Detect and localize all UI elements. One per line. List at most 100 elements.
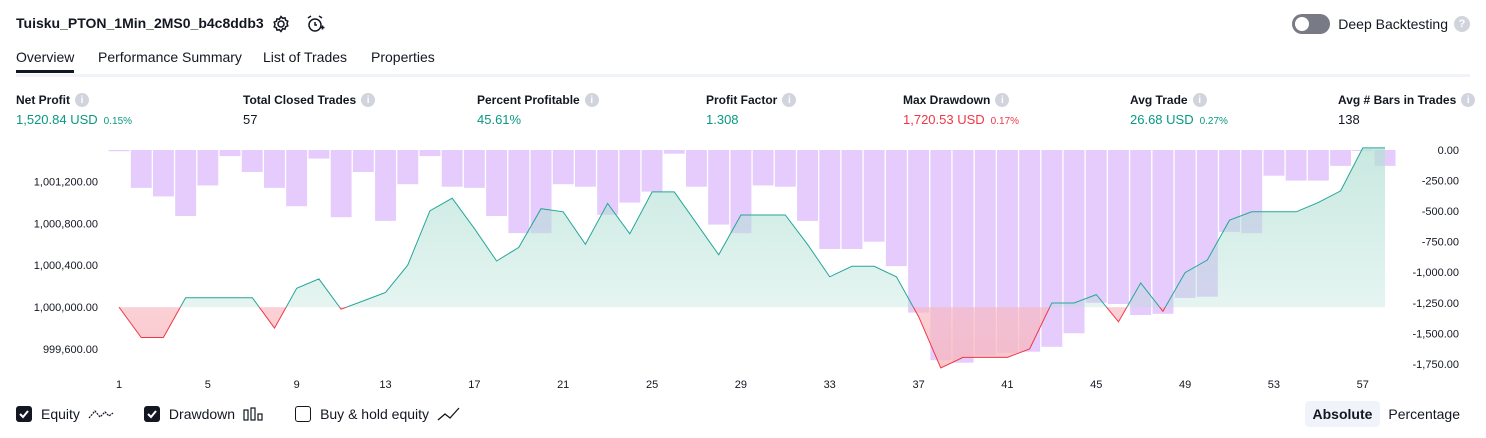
drawdown-bar (1152, 150, 1174, 314)
drawdown-bar (1085, 150, 1107, 303)
x-axis-tick-label: 53 (1268, 379, 1280, 391)
right-axis-tick-label: -500.00 (1422, 206, 1459, 218)
help-icon[interactable]: i (584, 93, 599, 107)
right-axis-tick-label: -750.00 (1422, 237, 1459, 249)
metric-label: Total Closed Trades (243, 93, 357, 107)
metric-percent: 0.27% (1199, 116, 1228, 127)
help-icon[interactable]: i (75, 93, 89, 107)
metric-value: 1.308 (706, 112, 739, 127)
drawdown-bar (708, 150, 730, 225)
metric-label: Percent Profitable (477, 93, 580, 107)
tab-overview[interactable]: Overview (16, 49, 75, 73)
drawdown-bar (352, 150, 374, 172)
equity-drawdown-chart[interactable]: 999,600.00 1,000,000.00 1,000,400.00 1,000,… (0, 140, 1486, 395)
legend-buy-hold-label: Buy & hold equity (320, 406, 430, 422)
left-axis-tick-label: 1,001,200.00 (34, 176, 98, 188)
metric-value: 26.68 USD (1130, 112, 1194, 127)
chart-legend: Equity Drawdown Buy & hold equity (16, 403, 491, 425)
legend-equity[interactable]: Equity (16, 406, 114, 422)
drawdown-bar (397, 150, 419, 185)
add-alert-icon[interactable] (305, 14, 325, 34)
x-axis-tick-label: 41 (1001, 379, 1013, 391)
drawdown-bar (863, 150, 885, 242)
x-axis-tick-label: 9 (294, 379, 300, 391)
tab-properties[interactable]: Properties (371, 49, 435, 65)
help-icon[interactable]: i (1461, 93, 1476, 107)
metric-value: 45.61% (477, 112, 522, 127)
metric-total-closed-trades: Total Closed Trades i 57 (243, 93, 376, 127)
x-axis-tick-label: 57 (1357, 379, 1369, 391)
checkbox-checked-icon[interactable] (16, 406, 32, 422)
legend-drawdown[interactable]: Drawdown (143, 406, 265, 422)
drawdown-bar (486, 150, 507, 216)
x-axis-tick-label: 5 (205, 379, 211, 391)
checkbox-unchecked-icon[interactable] (295, 406, 312, 422)
drawdown-bar (130, 150, 152, 188)
metric-percent: 0.17% (990, 116, 1020, 127)
metric-label: Profit Factor (706, 93, 778, 107)
percentage-button[interactable]: Percentage (1380, 401, 1468, 427)
drawdown-bar (108, 150, 130, 152)
drawdown-bar (1307, 150, 1329, 181)
x-axis-tick-label: 13 (379, 379, 391, 391)
drawdown-bar (153, 150, 174, 197)
drawdown-bar (908, 150, 929, 313)
help-icon[interactable]: i (361, 93, 376, 107)
metric-avg-bars-in-trades: Avg # Bars in Trades i 138 (1338, 93, 1476, 127)
right-axis-tick-label: -1,750.00 (1413, 359, 1459, 371)
report-header: Tuisku_PTON_1Min_2MS0_b4c8ddb3 Deep Back… (16, 10, 1470, 38)
metric-label: Max Drawdown (903, 93, 991, 107)
drawdown-bar (774, 150, 796, 187)
x-axis-tick-label: 29 (735, 379, 747, 391)
x-axis-tick-label: 33 (824, 379, 836, 391)
x-axis-tick-label: 37 (912, 379, 924, 391)
drawdown-bar (197, 150, 219, 186)
drawdown-bar (552, 150, 574, 185)
settings-icon[interactable] (271, 14, 291, 34)
drawdown-bar (219, 150, 241, 157)
tab-list-of-trades[interactable]: List of Trades (263, 49, 347, 65)
legend-equity-label: Equity (41, 406, 80, 422)
drawdown-bar (441, 150, 463, 187)
metric-label: Net Profit (16, 93, 70, 107)
metric-label: Avg # Bars in Trades (1338, 93, 1457, 107)
report-tabs: Overview Performance Summary List of Tra… (16, 46, 1470, 77)
scale-toggle: Absolute Percentage (1304, 401, 1469, 427)
metric-max-drawdown: Max Drawdown i 1,720.53 USD 0.17% (903, 93, 1019, 127)
drawdown-bars-icon (243, 407, 263, 421)
drawdown-bar (330, 150, 352, 218)
drawdown-bar (308, 150, 330, 159)
right-axis-tick-label: 0.00 (1438, 145, 1459, 157)
deep-backtesting-toggle[interactable] (1292, 14, 1331, 34)
drawdown-bar (508, 150, 530, 234)
strategy-title: Tuisku_PTON_1Min_2MS0_b4c8ddb3 (16, 15, 264, 31)
deep-backtesting-control: Deep Backtesting ? (1292, 13, 1470, 35)
buy-hold-line-icon (437, 407, 460, 421)
drawdown-bar (686, 150, 707, 187)
left-axis-tick-label: 1,000,000.00 (34, 302, 98, 314)
help-icon[interactable]: i (782, 93, 797, 107)
drawdown-bar (885, 150, 907, 267)
tab-performance-summary[interactable]: Performance Summary (98, 49, 242, 65)
left-axis-tick-label: 999,600.00 (43, 344, 98, 356)
absolute-button[interactable]: Absolute (1304, 401, 1381, 427)
drawdown-bar (241, 150, 263, 172)
drawdown-bar (841, 150, 863, 249)
metric-profit-factor: Profit Factor i 1.308 (706, 93, 797, 127)
help-icon[interactable]: i (995, 93, 1010, 107)
metrics-row: Net Profit i 1,520.84 USD 0.15% Total Clos… (0, 93, 1486, 133)
drawdown-bar (175, 150, 197, 216)
drawdown-bar (463, 150, 485, 188)
legend-buy-hold-equity[interactable]: Buy & hold equity (295, 406, 461, 422)
right-axis-tick-label: -250.00 (1422, 176, 1459, 188)
metric-value: 138 (1338, 112, 1360, 127)
drawdown-bar (797, 150, 818, 221)
drawdown-bar (575, 150, 596, 187)
drawdown-bar (1285, 150, 1307, 181)
help-icon[interactable]: ? (1454, 16, 1470, 32)
drawdown-bar (663, 150, 685, 154)
checkbox-checked-icon[interactable] (143, 406, 160, 422)
x-axis-tick-label: 21 (557, 379, 569, 391)
help-icon[interactable]: i (1192, 93, 1207, 107)
metric-value: 1,720.53 USD (903, 112, 985, 127)
